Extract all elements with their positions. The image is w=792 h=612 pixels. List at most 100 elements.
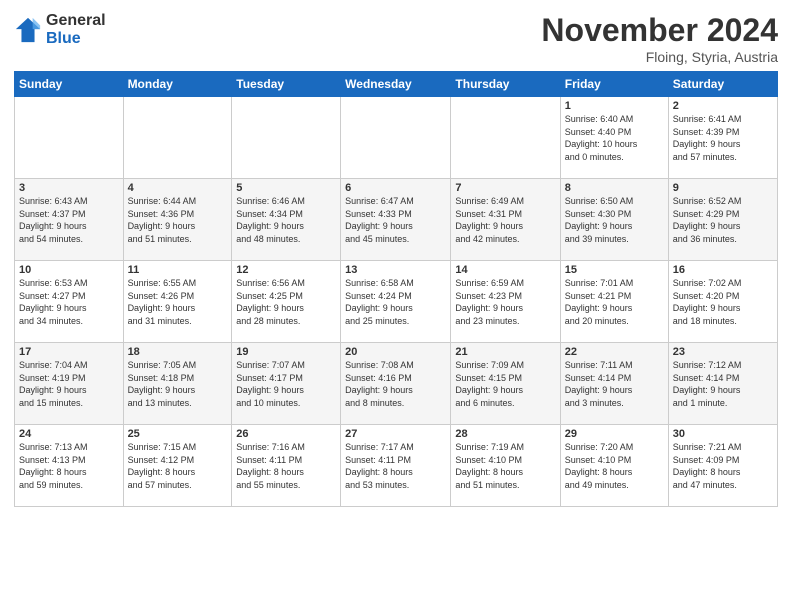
day-number: 4	[128, 182, 228, 194]
calendar-cell	[15, 97, 124, 179]
day-number: 10	[19, 264, 119, 276]
col-saturday: Saturday	[668, 72, 777, 97]
calendar-cell: 17Sunrise: 7:04 AM Sunset: 4:19 PM Dayli…	[15, 343, 124, 425]
day-number: 26	[236, 428, 336, 440]
day-info: Sunrise: 6:49 AM Sunset: 4:31 PM Dayligh…	[455, 195, 555, 245]
col-friday: Friday	[560, 72, 668, 97]
calendar-cell: 16Sunrise: 7:02 AM Sunset: 4:20 PM Dayli…	[668, 261, 777, 343]
day-number: 16	[673, 264, 773, 276]
calendar-cell: 19Sunrise: 7:07 AM Sunset: 4:17 PM Dayli…	[232, 343, 341, 425]
day-info: Sunrise: 7:01 AM Sunset: 4:21 PM Dayligh…	[565, 277, 664, 327]
day-number: 29	[565, 428, 664, 440]
calendar-cell: 30Sunrise: 7:21 AM Sunset: 4:09 PM Dayli…	[668, 425, 777, 507]
day-info: Sunrise: 7:07 AM Sunset: 4:17 PM Dayligh…	[236, 359, 336, 409]
logo-general: General	[46, 12, 106, 30]
month-title: November 2024	[541, 12, 778, 49]
title-block: November 2024 Floing, Styria, Austria	[541, 12, 778, 65]
calendar-cell: 21Sunrise: 7:09 AM Sunset: 4:15 PM Dayli…	[451, 343, 560, 425]
day-info: Sunrise: 7:12 AM Sunset: 4:14 PM Dayligh…	[673, 359, 773, 409]
day-number: 18	[128, 346, 228, 358]
day-info: Sunrise: 7:20 AM Sunset: 4:10 PM Dayligh…	[565, 441, 664, 491]
calendar-week-1: 1Sunrise: 6:40 AM Sunset: 4:40 PM Daylig…	[15, 97, 778, 179]
day-info: Sunrise: 7:17 AM Sunset: 4:11 PM Dayligh…	[345, 441, 446, 491]
calendar-week-2: 3Sunrise: 6:43 AM Sunset: 4:37 PM Daylig…	[15, 179, 778, 261]
day-number: 5	[236, 182, 336, 194]
day-number: 25	[128, 428, 228, 440]
calendar-cell: 26Sunrise: 7:16 AM Sunset: 4:11 PM Dayli…	[232, 425, 341, 507]
page-container: General Blue November 2024 Floing, Styri…	[0, 0, 792, 612]
col-thursday: Thursday	[451, 72, 560, 97]
logo: General Blue	[14, 12, 106, 47]
day-info: Sunrise: 6:46 AM Sunset: 4:34 PM Dayligh…	[236, 195, 336, 245]
col-tuesday: Tuesday	[232, 72, 341, 97]
day-info: Sunrise: 7:13 AM Sunset: 4:13 PM Dayligh…	[19, 441, 119, 491]
day-number: 7	[455, 182, 555, 194]
day-number: 19	[236, 346, 336, 358]
col-sunday: Sunday	[15, 72, 124, 97]
day-info: Sunrise: 6:59 AM Sunset: 4:23 PM Dayligh…	[455, 277, 555, 327]
day-info: Sunrise: 7:11 AM Sunset: 4:14 PM Dayligh…	[565, 359, 664, 409]
day-number: 14	[455, 264, 555, 276]
calendar-cell: 2Sunrise: 6:41 AM Sunset: 4:39 PM Daylig…	[668, 97, 777, 179]
day-info: Sunrise: 7:15 AM Sunset: 4:12 PM Dayligh…	[128, 441, 228, 491]
day-info: Sunrise: 7:02 AM Sunset: 4:20 PM Dayligh…	[673, 277, 773, 327]
day-number: 11	[128, 264, 228, 276]
day-info: Sunrise: 6:56 AM Sunset: 4:25 PM Dayligh…	[236, 277, 336, 327]
calendar-cell: 10Sunrise: 6:53 AM Sunset: 4:27 PM Dayli…	[15, 261, 124, 343]
calendar-cell: 8Sunrise: 6:50 AM Sunset: 4:30 PM Daylig…	[560, 179, 668, 261]
day-info: Sunrise: 6:41 AM Sunset: 4:39 PM Dayligh…	[673, 113, 773, 163]
day-info: Sunrise: 7:21 AM Sunset: 4:09 PM Dayligh…	[673, 441, 773, 491]
calendar-cell: 27Sunrise: 7:17 AM Sunset: 4:11 PM Dayli…	[341, 425, 451, 507]
calendar-week-5: 24Sunrise: 7:13 AM Sunset: 4:13 PM Dayli…	[15, 425, 778, 507]
day-info: Sunrise: 7:04 AM Sunset: 4:19 PM Dayligh…	[19, 359, 119, 409]
day-number: 23	[673, 346, 773, 358]
logo-text: General Blue	[46, 12, 106, 47]
day-info: Sunrise: 7:16 AM Sunset: 4:11 PM Dayligh…	[236, 441, 336, 491]
day-number: 20	[345, 346, 446, 358]
calendar-cell: 25Sunrise: 7:15 AM Sunset: 4:12 PM Dayli…	[123, 425, 232, 507]
calendar-cell: 12Sunrise: 6:56 AM Sunset: 4:25 PM Dayli…	[232, 261, 341, 343]
day-number: 21	[455, 346, 555, 358]
col-wednesday: Wednesday	[341, 72, 451, 97]
calendar-week-4: 17Sunrise: 7:04 AM Sunset: 4:19 PM Dayli…	[15, 343, 778, 425]
day-number: 3	[19, 182, 119, 194]
calendar-cell: 14Sunrise: 6:59 AM Sunset: 4:23 PM Dayli…	[451, 261, 560, 343]
day-info: Sunrise: 7:05 AM Sunset: 4:18 PM Dayligh…	[128, 359, 228, 409]
day-info: Sunrise: 6:55 AM Sunset: 4:26 PM Dayligh…	[128, 277, 228, 327]
calendar-cell: 18Sunrise: 7:05 AM Sunset: 4:18 PM Dayli…	[123, 343, 232, 425]
calendar-cell	[123, 97, 232, 179]
calendar-header-row: Sunday Monday Tuesday Wednesday Thursday…	[15, 72, 778, 97]
calendar-cell: 15Sunrise: 7:01 AM Sunset: 4:21 PM Dayli…	[560, 261, 668, 343]
day-info: Sunrise: 6:52 AM Sunset: 4:29 PM Dayligh…	[673, 195, 773, 245]
calendar-week-3: 10Sunrise: 6:53 AM Sunset: 4:27 PM Dayli…	[15, 261, 778, 343]
day-info: Sunrise: 6:47 AM Sunset: 4:33 PM Dayligh…	[345, 195, 446, 245]
calendar-cell: 1Sunrise: 6:40 AM Sunset: 4:40 PM Daylig…	[560, 97, 668, 179]
day-number: 30	[673, 428, 773, 440]
day-number: 17	[19, 346, 119, 358]
day-number: 12	[236, 264, 336, 276]
day-info: Sunrise: 6:43 AM Sunset: 4:37 PM Dayligh…	[19, 195, 119, 245]
day-info: Sunrise: 6:50 AM Sunset: 4:30 PM Dayligh…	[565, 195, 664, 245]
day-number: 24	[19, 428, 119, 440]
location: Floing, Styria, Austria	[541, 49, 778, 65]
day-number: 27	[345, 428, 446, 440]
calendar-table: Sunday Monday Tuesday Wednesday Thursday…	[14, 71, 778, 507]
calendar-cell: 23Sunrise: 7:12 AM Sunset: 4:14 PM Dayli…	[668, 343, 777, 425]
day-info: Sunrise: 6:40 AM Sunset: 4:40 PM Dayligh…	[565, 113, 664, 163]
calendar-cell: 6Sunrise: 6:47 AM Sunset: 4:33 PM Daylig…	[341, 179, 451, 261]
day-info: Sunrise: 6:58 AM Sunset: 4:24 PM Dayligh…	[345, 277, 446, 327]
calendar-cell: 11Sunrise: 6:55 AM Sunset: 4:26 PM Dayli…	[123, 261, 232, 343]
calendar-cell: 22Sunrise: 7:11 AM Sunset: 4:14 PM Dayli…	[560, 343, 668, 425]
day-number: 13	[345, 264, 446, 276]
calendar-cell: 24Sunrise: 7:13 AM Sunset: 4:13 PM Dayli…	[15, 425, 124, 507]
calendar-cell	[341, 97, 451, 179]
col-monday: Monday	[123, 72, 232, 97]
logo-blue: Blue	[46, 30, 106, 48]
day-number: 6	[345, 182, 446, 194]
day-number: 8	[565, 182, 664, 194]
calendar-cell: 20Sunrise: 7:08 AM Sunset: 4:16 PM Dayli…	[341, 343, 451, 425]
calendar-cell: 28Sunrise: 7:19 AM Sunset: 4:10 PM Dayli…	[451, 425, 560, 507]
calendar-cell: 13Sunrise: 6:58 AM Sunset: 4:24 PM Dayli…	[341, 261, 451, 343]
page-header: General Blue November 2024 Floing, Styri…	[14, 12, 778, 65]
calendar-cell: 9Sunrise: 6:52 AM Sunset: 4:29 PM Daylig…	[668, 179, 777, 261]
